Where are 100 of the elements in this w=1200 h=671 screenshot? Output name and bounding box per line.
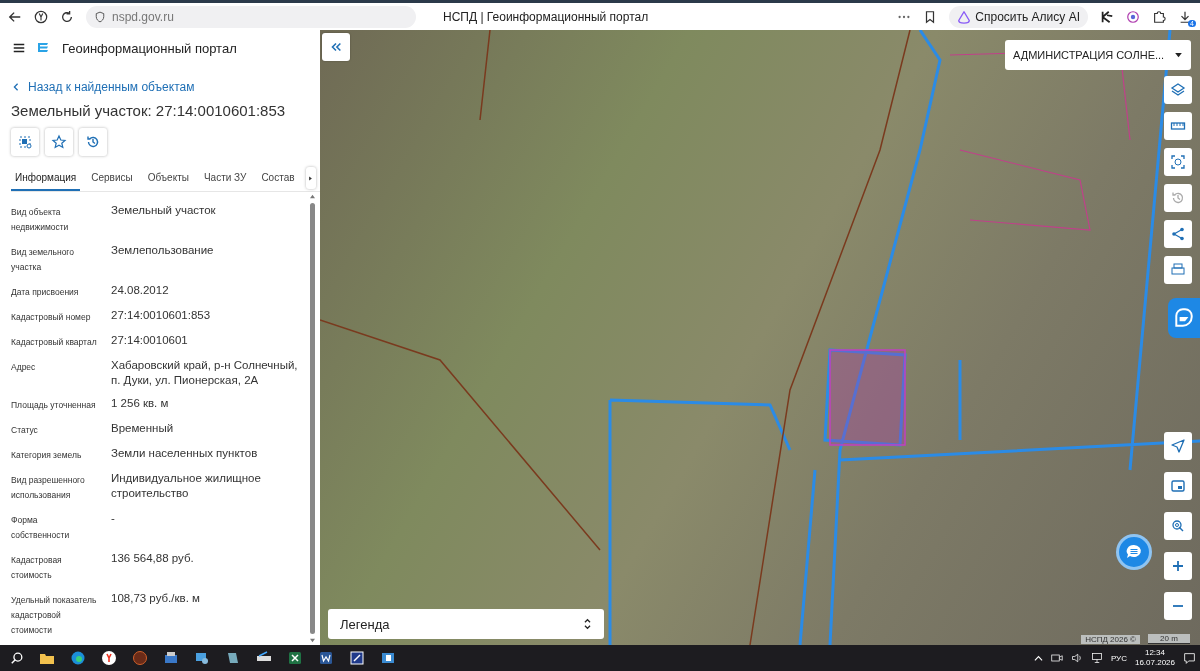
puzzle-icon[interactable] <box>1152 9 1166 24</box>
share-button[interactable] <box>1164 220 1192 248</box>
share-icon <box>1170 226 1186 242</box>
print-icon <box>1170 262 1186 278</box>
property-label: Адрес <box>11 361 37 374</box>
property-value: 27:14:0010601:853 <box>111 308 212 323</box>
location-search-icon <box>1170 518 1186 534</box>
chevron-right-icon <box>307 174 315 182</box>
legend-button[interactable]: Легенда <box>328 609 604 639</box>
taskbar-app-icon[interactable] <box>287 650 303 666</box>
speech-bubble-logo-icon <box>1173 307 1195 329</box>
property-value: 108,73 руб./кв. м <box>111 591 201 606</box>
property-label: Форма собственности <box>11 514 71 542</box>
favorite-button[interactable] <box>45 128 73 156</box>
select-area-icon <box>1170 154 1186 170</box>
shield-icon <box>94 10 106 23</box>
tab[interactable]: Части ЗУ <box>199 165 251 191</box>
extension-icon[interactable] <box>1100 9 1114 24</box>
taskbar-app-icon[interactable] <box>318 650 334 666</box>
layers-button[interactable] <box>1164 76 1192 104</box>
assistant-button[interactable]: Спросить Алису AI <box>949 5 1088 28</box>
parcel-heading: Земельный участок: 27:14:0010601:853 <box>11 102 287 119</box>
tab[interactable]: Сервисы <box>87 165 137 191</box>
property-label: Кадастровый квартал <box>11 336 98 349</box>
minimap-button[interactable] <box>1164 472 1192 500</box>
district-select[interactable]: АДМИНИСТРАЦИЯ СОЛНЕ... <box>1005 40 1191 70</box>
history-icon <box>85 134 101 150</box>
target-icon[interactable] <box>1126 9 1140 24</box>
property-value: - <box>111 511 116 526</box>
back-link[interactable]: Назад к найденным объектам <box>12 80 195 94</box>
back-arrow-icon[interactable] <box>8 9 22 24</box>
taskbar-app-icon[interactable] <box>70 650 86 666</box>
input-language[interactable]: РУС <box>1110 653 1127 663</box>
select-area-icon <box>17 134 33 150</box>
zoom-in-button[interactable] <box>1164 552 1192 580</box>
property-value: Землепользование <box>111 243 215 258</box>
history-icon <box>1170 190 1186 206</box>
locate-button[interactable] <box>1164 432 1192 460</box>
expand-chevrons-icon <box>583 618 592 630</box>
taskbar-app-icon[interactable] <box>380 650 396 666</box>
minimap-icon <box>1170 478 1186 494</box>
download-icon[interactable] <box>1178 9 1192 24</box>
property-value: Хабаровский край, р-н Солнечный, п. Дуки, ул. Пионерская, 2А <box>111 358 299 388</box>
chevron-left-icon <box>12 83 20 91</box>
zoom-in-icon <box>1170 558 1186 574</box>
app-title: Геоинформационный портал <box>62 40 237 56</box>
property-value: Индивидуальное жилищное строительство <box>111 471 262 501</box>
favorite-icon <box>51 134 67 150</box>
location-search-button[interactable] <box>1164 512 1192 540</box>
scroll-tabs-button[interactable] <box>305 167 316 189</box>
taskbar-app-icon[interactable] <box>194 650 210 666</box>
scroll-up-icon <box>308 194 316 199</box>
page-title: НСПД | Геоинформационный портал <box>442 9 650 24</box>
double-chevron-left-icon <box>329 40 343 54</box>
menu-icon[interactable] <box>12 41 26 55</box>
network-icon[interactable] <box>1090 652 1103 664</box>
portal-logo-tab[interactable] <box>1168 298 1200 338</box>
property-label: Кадастровая стоимость <box>11 554 63 582</box>
property-value: Временный <box>111 421 175 436</box>
select-area-button[interactable] <box>11 128 39 156</box>
map-attribution: НСПД 2026 © <box>1081 635 1140 644</box>
property-value: 27:14:0010601 <box>111 333 189 348</box>
collapse-panel-button[interactable] <box>322 33 350 61</box>
ring-icon <box>957 9 972 24</box>
property-label: Статус <box>11 424 39 437</box>
chevron-up-icon[interactable] <box>1033 653 1043 663</box>
taskbar-app-icon[interactable] <box>163 650 179 666</box>
browser-logo-icon[interactable] <box>34 9 48 24</box>
address-bar[interactable]: nspd.gov.ru <box>112 9 174 24</box>
property-value: Земельный участок <box>111 203 217 218</box>
clock-time: 12:34 <box>1144 648 1165 658</box>
dropdown-caret-icon <box>1174 52 1183 58</box>
scale-bar: 20 m <box>1148 634 1190 644</box>
property-label: Площадь уточненная <box>11 399 97 412</box>
scroll-down-icon <box>308 638 316 643</box>
clock-date: 16.07.2026 <box>1134 658 1175 668</box>
property-label: Вид разрешенного использования <box>11 474 86 502</box>
search-icon[interactable] <box>10 651 24 665</box>
reload-icon[interactable] <box>60 9 74 24</box>
tab[interactable]: Объекты <box>143 165 193 191</box>
property-label: Вид земельного участка <box>11 246 75 274</box>
property-label: Дата присвоения <box>11 286 80 299</box>
locate-icon <box>1170 438 1186 454</box>
taskbar-app-icon[interactable] <box>101 650 117 666</box>
camera-icon[interactable] <box>1050 652 1063 664</box>
property-value: Земли населенных пунктов <box>111 446 259 461</box>
zoom-out-button[interactable] <box>1164 592 1192 620</box>
layers-icon <box>1170 82 1186 98</box>
ruler-button[interactable] <box>1164 112 1192 140</box>
tab[interactable]: Информация <box>11 165 81 191</box>
speaker-icon[interactable] <box>1070 652 1083 664</box>
print-button[interactable] <box>1164 256 1192 284</box>
property-value: 1 256 кв. м <box>111 396 170 411</box>
property-label: Кадастровый номер <box>11 311 92 324</box>
notification-icon[interactable] <box>1183 651 1196 665</box>
property-value: 136 564,88 руб. <box>111 551 195 566</box>
tab[interactable]: Состав <box>257 165 299 191</box>
history-button[interactable] <box>79 128 107 156</box>
select-area-button[interactable] <box>1164 148 1192 176</box>
taskbar-app-icon[interactable] <box>225 650 241 666</box>
